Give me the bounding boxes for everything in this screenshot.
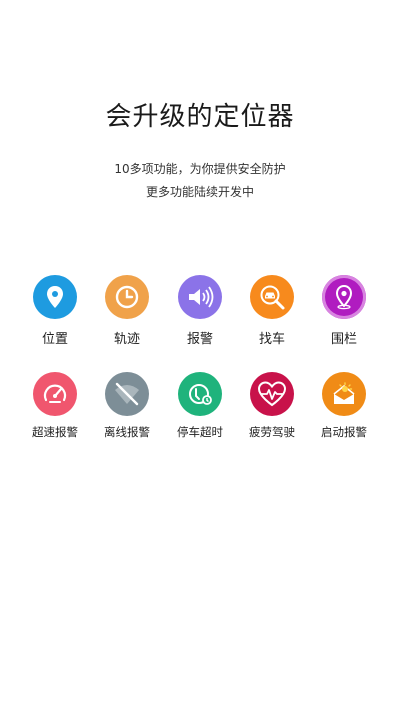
car-search-icon [250,275,294,319]
ignition-icon [322,372,366,416]
feature-location[interactable]: 位置 [19,275,91,347]
feature-speeding-alarm[interactable]: 超速报警 [19,372,91,440]
speaker-icon [178,275,222,319]
page-title: 会升级的定位器 [105,102,295,132]
feature-label: 轨迹 [113,332,140,347]
feature-label: 报警 [186,332,213,347]
subtitle-more: 更多功能陆续开发中 [145,185,254,199]
fence-pin-icon [322,275,366,319]
feature-parking-timeout[interactable]: 停车超时 [164,372,236,440]
feature-fence[interactable]: 围栏 [308,275,380,347]
feature-label: 离线报警 [104,425,150,439]
speedometer-icon [33,372,77,416]
feature-label: 疲劳驾驶 [249,425,295,439]
feature-offline-alarm[interactable]: 离线报警 [91,372,163,440]
feature-label: 启动报警 [321,425,367,439]
feature-label: 找车 [258,332,285,347]
wifi-off-icon [105,372,149,416]
feature-label: 围栏 [330,332,357,347]
feature-alarm[interactable]: 报警 [164,275,236,347]
feature-track[interactable]: 轨迹 [91,275,163,347]
feature-label: 位置 [41,332,68,347]
clock-icon [105,275,149,319]
feature-label: 停车超时 [177,425,223,439]
feature-find-car[interactable]: 找车 [236,275,308,347]
location-pin-icon [33,275,77,319]
feature-fatigue-driving[interactable]: 疲劳驾驶 [236,372,308,440]
feature-ignition-alarm[interactable]: 启动报警 [308,372,380,440]
heartbeat-icon [250,372,294,416]
subtitle-features: 10多项功能，为你提供安全防护 [114,162,286,176]
parking-timer-icon [178,372,222,416]
feature-label: 超速报警 [32,425,78,439]
